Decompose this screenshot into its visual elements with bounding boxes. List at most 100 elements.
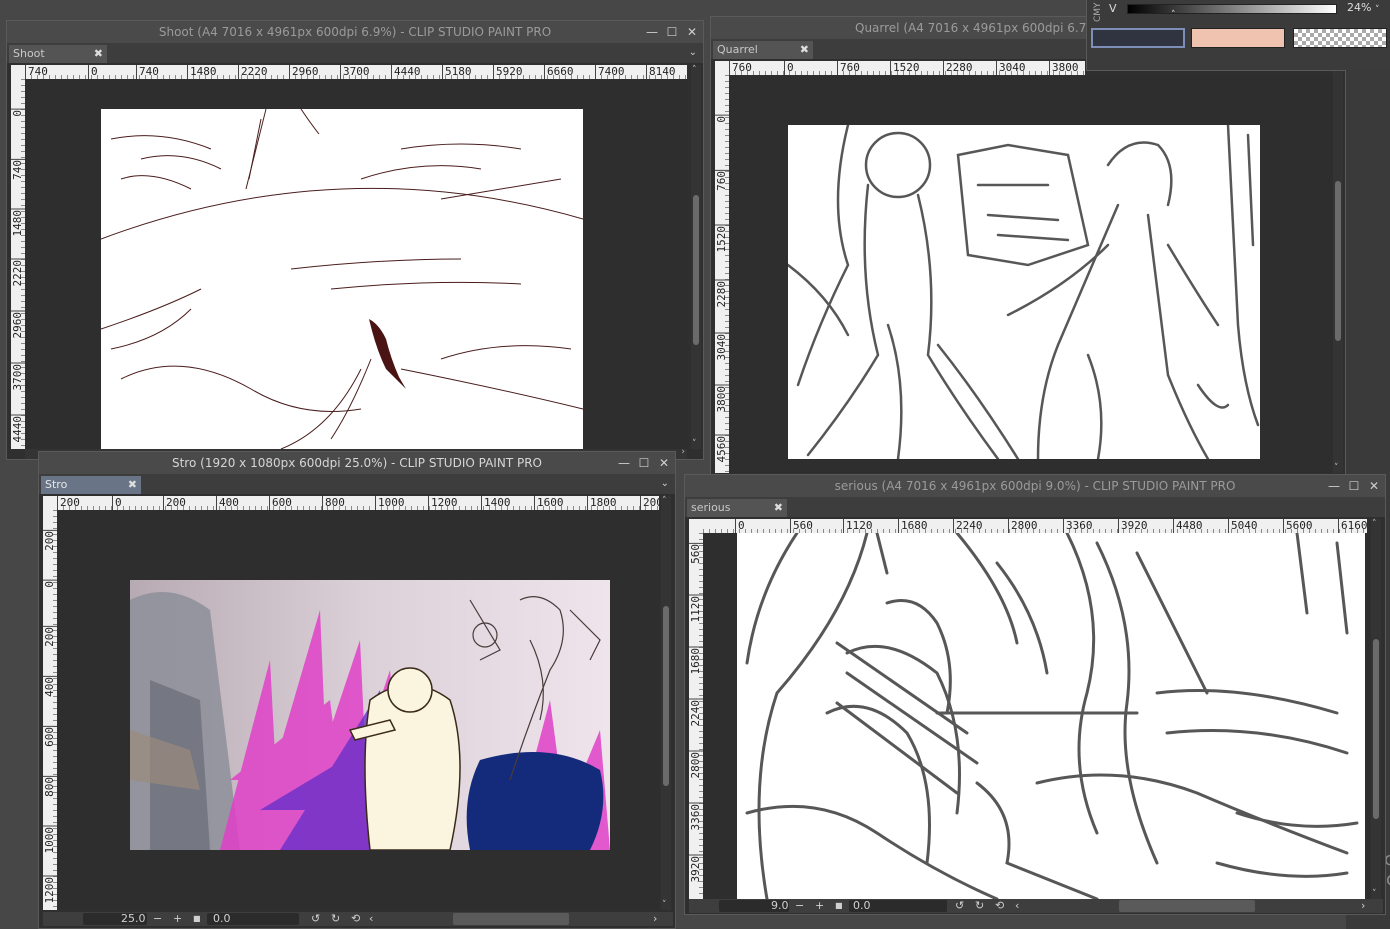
rotation-value: 0.0 <box>853 899 871 912</box>
canvas-paper[interactable] <box>788 125 1260 459</box>
slider-handle-icon[interactable]: ˄ <box>1171 10 1176 20</box>
value-readout[interactable]: 24% <box>1347 1 1371 14</box>
chevron-down-icon[interactable]: ⌄ <box>689 43 697 63</box>
minimize-icon[interactable]: — <box>1327 475 1341 497</box>
horizontal-ruler: 0 560 1120 1680 2240 2800 3360 3920 4480 5040 5600… <box>703 519 1367 533</box>
vertical-ruler: 0 740 1480 2220 2960 3700 4440 <box>11 79 25 449</box>
tab-label: Stro <box>45 478 68 491</box>
window-shoot[interactable]: Shoot (A4 7016 x 4961px 600dpi 6.9%) - C… <box>6 20 704 460</box>
window-title: Shoot (A4 7016 x 4961px 600dpi 6.9%) - C… <box>158 25 552 39</box>
scroll-left-button[interactable]: ‹ <box>1015 899 1019 913</box>
window-serious[interactable]: serious (A4 7016 x 4961px 600dpi 9.0%) -… <box>684 474 1386 915</box>
window-titlebar[interactable]: Stro (1920 x 1080px 600dpi 25.0%) - CLIP… <box>39 452 675 474</box>
status-bar: 25.0 − + ■ 0.0 ↺ ↻ ⟲ ‹ › <box>43 912 673 926</box>
horizontal-ruler: 200020040060080010001200140016001800200 <box>57 496 659 510</box>
scroll-thumb[interactable] <box>1335 181 1341 341</box>
fit-button[interactable]: ■ <box>835 899 843 913</box>
fit-button[interactable]: ■ <box>193 912 201 926</box>
ruler-corner <box>11 65 25 79</box>
rotate-left-button[interactable]: ↺ <box>311 912 320 926</box>
horizontal-ruler: 740 0 740 1480 2220 2960 3700 4440 5180 5920 6660 7… <box>25 65 687 79</box>
channel-label: V <box>1109 2 1117 15</box>
ruler-corner <box>715 61 729 75</box>
maximize-icon[interactable]: ☐ <box>637 452 651 474</box>
close-icon[interactable]: ✕ <box>1367 475 1381 497</box>
window-title: Quarrel (A4 7016 x 4961px 600dpi 6.7%) -… <box>855 21 1123 35</box>
vertical-ruler: 200 0 200 400 600 800 1000 1200 <box>43 510 57 910</box>
canvas-area[interactable] <box>57 510 659 910</box>
close-icon[interactable]: ✕ <box>685 21 699 43</box>
scroll-left-button[interactable]: ‹ <box>369 912 373 926</box>
vertical-scrollbar[interactable]: ˄ ˅ <box>691 65 701 449</box>
scroll-right-button[interactable]: › <box>653 912 657 926</box>
close-icon[interactable]: ✕ <box>657 452 671 474</box>
tab-strip: Shoot ✖ <box>7 43 703 63</box>
vertical-scrollbar[interactable]: ˄ ˅ <box>1371 519 1381 899</box>
window-title: Stro (1920 x 1080px 600dpi 25.0%) - CLIP… <box>171 456 542 470</box>
window-titlebar[interactable]: serious (A4 7016 x 4961px 600dpi 9.0%) -… <box>685 475 1385 497</box>
window-stro[interactable]: Stro (1920 x 1080px 600dpi 25.0%) - CLIP… <box>38 451 676 929</box>
rotate-left-button[interactable]: ↺ <box>955 899 964 913</box>
canvas-paper[interactable] <box>737 533 1365 899</box>
tab-close-icon[interactable]: ✖ <box>94 45 103 63</box>
canvas-area[interactable] <box>703 533 1369 899</box>
tab-quarrel[interactable]: Quarrel ✖ <box>713 41 813 59</box>
ruler-corner <box>689 519 703 533</box>
canvas-paper[interactable] <box>130 580 610 850</box>
tab-label: Shoot <box>13 47 45 60</box>
rotation-value: 0.0 <box>213 912 231 925</box>
status-bar: 9.0 − + ■ 0.0 ↺ ↻ ⟲ ‹ › <box>689 899 1383 913</box>
canvas-paper[interactable] <box>101 109 583 449</box>
window-quarrel[interactable]: Quarrel (A4 7016 x 4961px 600dpi 6.7%) -… <box>710 16 1346 476</box>
window-title: serious (A4 7016 x 4961px 600dpi 9.0%) -… <box>834 479 1236 493</box>
zoom-out-button[interactable]: − <box>795 899 804 913</box>
tab-close-icon[interactable]: ✖ <box>800 41 809 59</box>
ruler-corner <box>43 496 57 510</box>
tab-strip: Stro ✖ <box>39 474 675 494</box>
scroll-right-button[interactable]: › <box>1361 899 1365 913</box>
zoom-value: 9.0 <box>771 899 789 912</box>
color-mode-label[interactable]: CMY <box>1093 0 1105 22</box>
main-color-swatch[interactable] <box>1091 28 1185 48</box>
vertical-scrollbar[interactable]: ˅ <box>1333 61 1343 473</box>
zoom-in-button[interactable]: + <box>815 899 824 913</box>
tab-serious[interactable]: serious ✖ <box>687 499 787 517</box>
minimize-icon[interactable]: — <box>645 21 659 43</box>
sketch-artwork <box>788 125 1260 459</box>
scroll-thumb[interactable] <box>1373 639 1379 819</box>
scroll-thumb[interactable] <box>693 195 699 345</box>
horizontal-scroll-thumb[interactable] <box>1119 900 1255 912</box>
reset-rotation-button[interactable]: ⟲ <box>995 899 1004 913</box>
window-titlebar[interactable]: Shoot (A4 7016 x 4961px 600dpi 6.9%) - C… <box>7 21 703 43</box>
zoom-out-button[interactable]: − <box>153 912 162 926</box>
rotate-right-button[interactable]: ↻ <box>331 912 340 926</box>
tab-label: Quarrel <box>717 43 758 56</box>
vertical-ruler: 560 1120 1680 2240 2800 3360 3920 <box>689 533 703 899</box>
tab-shoot[interactable]: Shoot ✖ <box>9 45 107 63</box>
zoom-in-button[interactable]: + <box>173 912 182 926</box>
chevron-down-icon[interactable]: ⌄ <box>661 474 669 494</box>
tab-stro[interactable]: Stro ✖ <box>41 476 141 494</box>
minimize-icon[interactable]: — <box>617 452 631 474</box>
canvas-area[interactable] <box>25 79 687 449</box>
value-slider[interactable] <box>1127 4 1337 14</box>
horizontal-scroll-thumb[interactable] <box>453 913 569 925</box>
sketch-artwork <box>101 109 583 449</box>
reset-rotation-button[interactable]: ⟲ <box>351 912 360 926</box>
tab-label: serious <box>691 501 731 514</box>
canvas-area[interactable] <box>729 75 1333 473</box>
value-stepper-icon[interactable]: ˄ ˅ <box>1375 0 1380 15</box>
tab-close-icon[interactable]: ✖ <box>128 476 137 494</box>
scroll-thumb[interactable] <box>663 606 669 786</box>
sketch-artwork <box>745 533 1359 899</box>
tab-close-icon[interactable]: ✖ <box>774 499 783 517</box>
vertical-ruler: 0 760 1520 2280 3040 3800 4560 <box>715 75 729 473</box>
sub-color-swatch[interactable] <box>1191 28 1285 48</box>
transparent-color-swatch[interactable] <box>1293 28 1387 48</box>
rotate-right-button[interactable]: ↻ <box>975 899 984 913</box>
maximize-icon[interactable]: ☐ <box>665 21 679 43</box>
vertical-scrollbar[interactable]: ˄ ˅ <box>661 496 671 910</box>
maximize-icon[interactable]: ☐ <box>1347 475 1361 497</box>
illustration-artwork <box>130 580 610 850</box>
color-slider-panel: CMY V ˄ 24% ˄ ˅ <box>1086 0 1390 71</box>
